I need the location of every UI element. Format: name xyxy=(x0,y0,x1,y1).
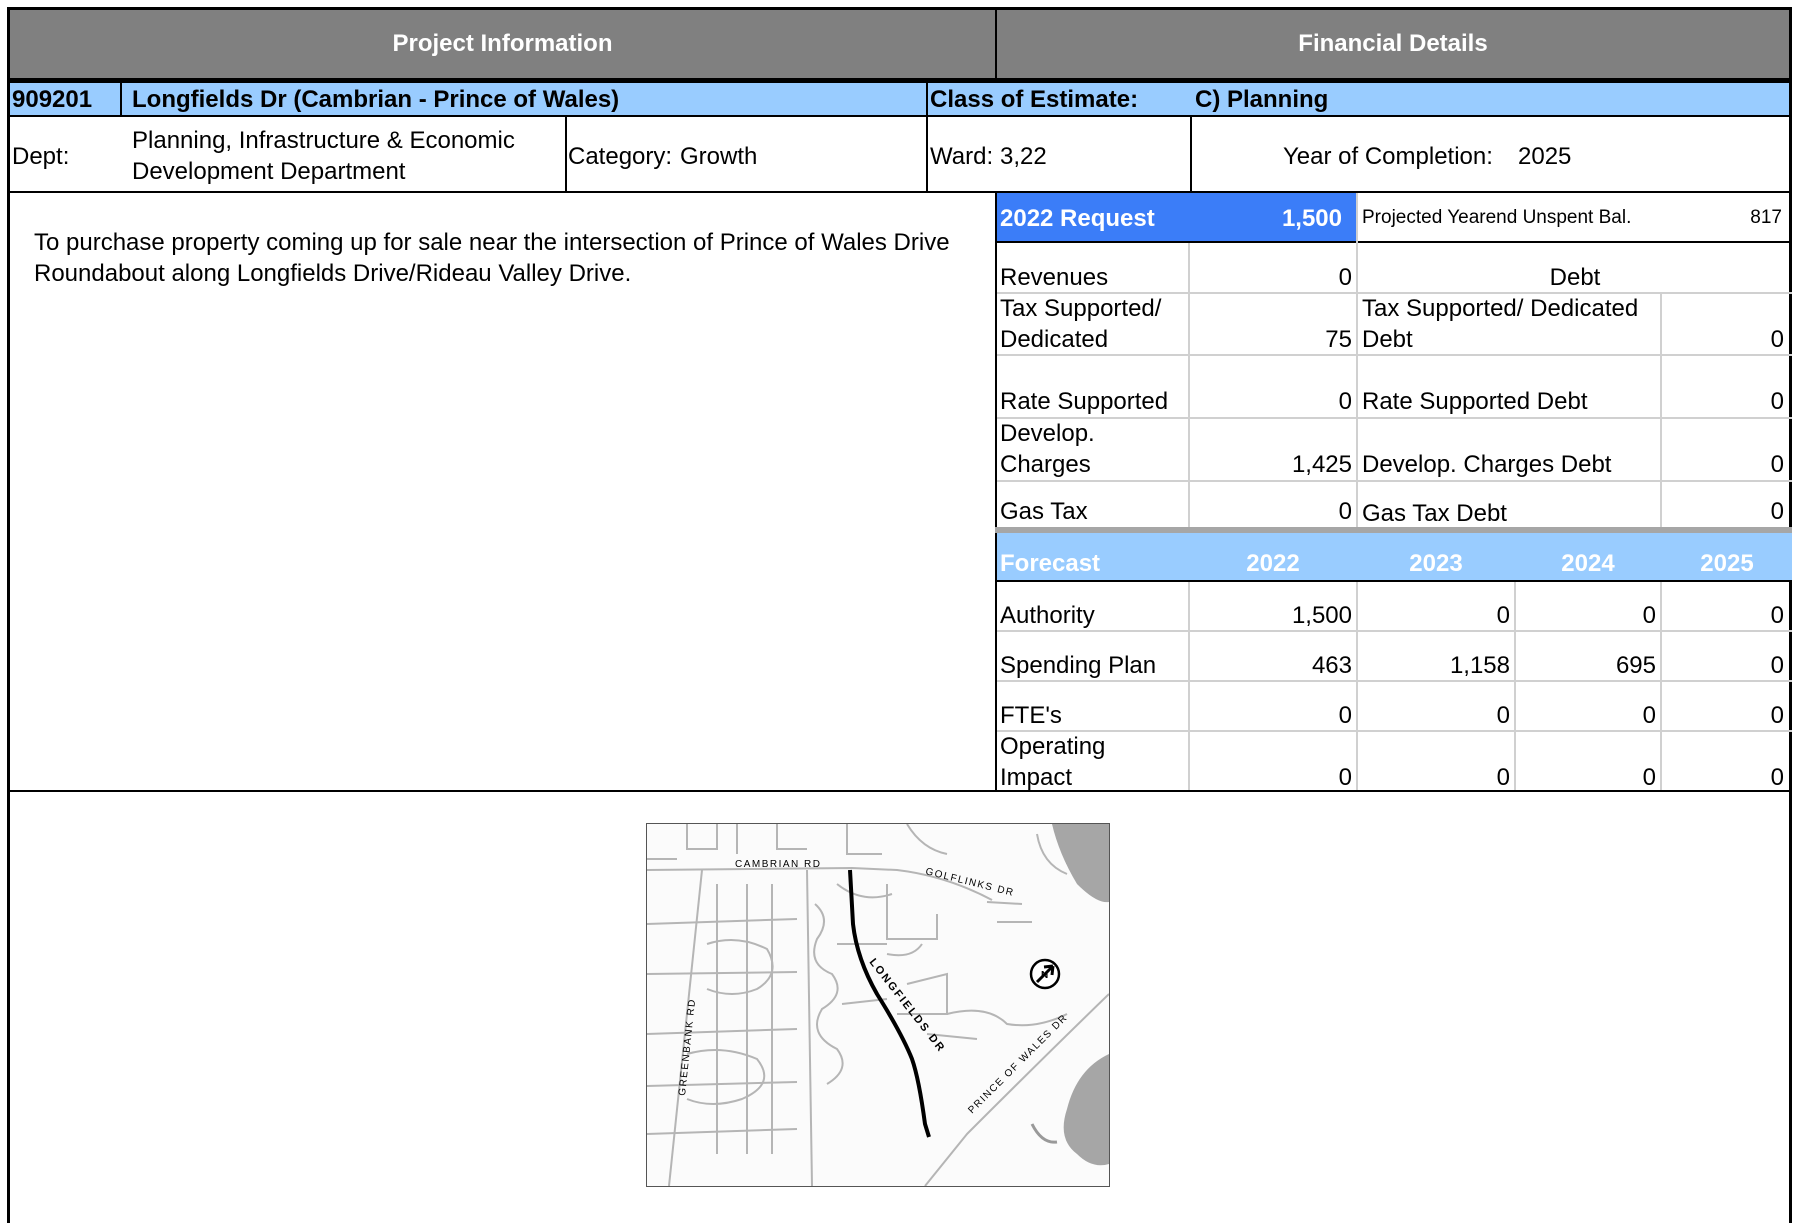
forecast-row-1-value-1: 1,500 xyxy=(1291,602,1352,629)
map-label-prince-of-wales-dr: PRINCE OF WALES DR xyxy=(966,1012,1070,1116)
map-label-cambrian-rd: CAMBRIAN RD xyxy=(735,859,822,870)
section-header-project-information: Project Information xyxy=(10,10,995,78)
forecast-year-4: 2025 xyxy=(1700,550,1754,577)
section-bottom-line xyxy=(7,790,1792,792)
ward-label: Ward: xyxy=(930,143,994,170)
location-map: CAMBRIAN RD GOLFLINKS DR LONGFIELDS DR P… xyxy=(646,823,1110,1187)
forecast-row-3-value-3: 0 xyxy=(1642,702,1656,729)
request-row-bottom-line xyxy=(997,241,1792,243)
financial-panel-border xyxy=(995,193,997,791)
revenues-label: Revenues xyxy=(1000,264,1109,291)
revenue-grid-row-4 xyxy=(997,480,1792,482)
revenue-row-3-value: 1,425 xyxy=(1291,451,1352,478)
forecast-grid-row-3 xyxy=(997,730,1792,732)
forecast-row-1-label-2: Authority xyxy=(1000,602,1095,629)
dept-line-2: Development Department xyxy=(132,158,406,185)
revenue-row-3-debt-value: 0 xyxy=(1770,451,1784,478)
class-of-estimate-value: C) Planning xyxy=(1195,86,1329,113)
revenue-row-3-label-1: Develop. xyxy=(1000,420,1095,447)
revenue-row-1-value: 75 xyxy=(1325,326,1352,353)
projected-unspent-label: Projected Yearend Unspent Bal. xyxy=(1362,207,1632,228)
divider-dept-category xyxy=(565,116,567,192)
revenue-row-3-debt-label-2: Develop. Charges Debt xyxy=(1362,451,1612,478)
forecast-grid-row-1 xyxy=(997,630,1792,632)
forecast-row-1-value-3: 0 xyxy=(1642,602,1656,629)
forecast-row-3-value-4: 0 xyxy=(1770,702,1784,729)
forecast-row-4-label-2: Impact xyxy=(1000,764,1073,791)
revenues-value: 0 xyxy=(1338,264,1352,291)
forecast-year-2: 2023 xyxy=(1409,550,1463,577)
forecast-row-4-value-2: 0 xyxy=(1496,764,1510,791)
revenue-row-4-debt-value: 0 xyxy=(1770,498,1784,525)
request-label: 2022 Request xyxy=(1000,205,1155,232)
forecast-year-3: 2024 xyxy=(1561,550,1615,577)
revenue-grid-row-1 xyxy=(997,292,1792,294)
map-label-golflinks-dr: GOLFLINKS DR xyxy=(924,866,1015,899)
forecast-row-2-value-1: 463 xyxy=(1311,652,1352,679)
forecast-row-3-value-1: 0 xyxy=(1338,702,1352,729)
description-line-1: To purchase property coming up for sale … xyxy=(34,229,950,256)
class-of-estimate-label: Class of Estimate: xyxy=(930,86,1139,113)
map-label-longfields-dr: LONGFIELDS DR xyxy=(867,956,948,1055)
divider-class xyxy=(926,83,928,192)
section-header-financial-details: Financial Details xyxy=(995,10,1789,78)
forecast-row-4-value-4: 0 xyxy=(1770,764,1784,791)
forecast-row-1-value-2: 0 xyxy=(1496,602,1510,629)
forecast-header-bottom-line xyxy=(997,580,1792,582)
header-right-label: Financial Details xyxy=(1298,30,1488,57)
forecast-header-label: Forecast xyxy=(1000,550,1101,577)
revenue-row-3-label-2: Charges xyxy=(1000,451,1091,478)
forecast-row-3-value-2: 0 xyxy=(1496,702,1510,729)
forecast-grid-row-2 xyxy=(997,680,1792,682)
projected-unspent-value: 817 xyxy=(1750,207,1782,228)
map-label-north: N xyxy=(1041,970,1048,981)
revenue-grid-col-2 xyxy=(1356,193,1358,528)
revenue-row-2-label-2: Rate Supported xyxy=(1000,388,1169,415)
map-label-greenbank-rd: GREENBANK RD xyxy=(677,998,698,1097)
ward-value: 3,22 xyxy=(1000,143,1047,170)
dept-line-1: Planning, Infrastructure & Economic xyxy=(132,127,515,154)
revenue-row-1-label-1: Tax Supported/ xyxy=(1000,295,1162,322)
forecast-row-2-value-3: 695 xyxy=(1615,652,1656,679)
revenue-row-1-debt-label-2: Debt xyxy=(1362,326,1413,353)
revenue-row-1-debt-label-1: Tax Supported/ Dedicated xyxy=(1362,295,1639,322)
description-line-2: Roundabout along Longfields Drive/Rideau… xyxy=(34,260,632,287)
header-left-label: Project Information xyxy=(392,30,613,57)
revenue-row-1-label-2: Dedicated xyxy=(1000,326,1109,353)
forecast-row-1-value-4: 0 xyxy=(1770,602,1784,629)
revenue-row-2-value: 0 xyxy=(1338,388,1352,415)
revenue-row-4-debt-label-2: Gas Tax Debt xyxy=(1362,500,1507,527)
revenue-grid-row-3 xyxy=(997,417,1792,419)
divider-ward-completion xyxy=(1190,116,1192,192)
category-label: Category: xyxy=(568,143,673,170)
forecast-row-4-value-1: 0 xyxy=(1338,764,1352,791)
forecast-row-2-label-2: Spending Plan xyxy=(1000,652,1157,679)
forecast-year-1: 2022 xyxy=(1246,550,1300,577)
revenue-row-1-debt-value: 0 xyxy=(1770,326,1784,353)
forecast-row-2-value-4: 0 xyxy=(1770,652,1784,679)
project-id: 909201 xyxy=(12,86,93,113)
revenue-grid-row-2 xyxy=(997,354,1792,356)
category-value: Growth xyxy=(680,143,758,170)
forecast-row-4-value-3: 0 xyxy=(1642,764,1656,791)
dept-label: Dept: xyxy=(12,143,70,170)
revenue-row-4-value: 0 xyxy=(1338,498,1352,525)
revenue-row-4-label-2: Gas Tax xyxy=(1000,498,1088,525)
revenue-row-2-debt-value: 0 xyxy=(1770,388,1784,415)
divider-title-id xyxy=(120,83,122,116)
debt-header: Debt xyxy=(1549,264,1601,291)
dept-row-bottom-line xyxy=(7,191,1792,193)
location-map-graphic: CAMBRIAN RD GOLFLINKS DR LONGFIELDS DR P… xyxy=(647,824,1109,1186)
revenue-row-2-debt-label-2: Rate Supported Debt xyxy=(1362,388,1588,415)
project-name: Longfields Dr (Cambrian - Prince of Wale… xyxy=(132,86,620,113)
completion-label: Year of Completion: xyxy=(1283,143,1493,170)
forecast-row-3-label-2: FTE's xyxy=(1000,702,1062,729)
forecast-row-4-label-1: Operating xyxy=(1000,733,1106,760)
request-value: 1,500 xyxy=(1281,205,1342,232)
completion-value: 2025 xyxy=(1518,143,1572,170)
title-row-bottom-line xyxy=(7,115,1792,117)
forecast-row-2-value-2: 1,158 xyxy=(1449,652,1510,679)
